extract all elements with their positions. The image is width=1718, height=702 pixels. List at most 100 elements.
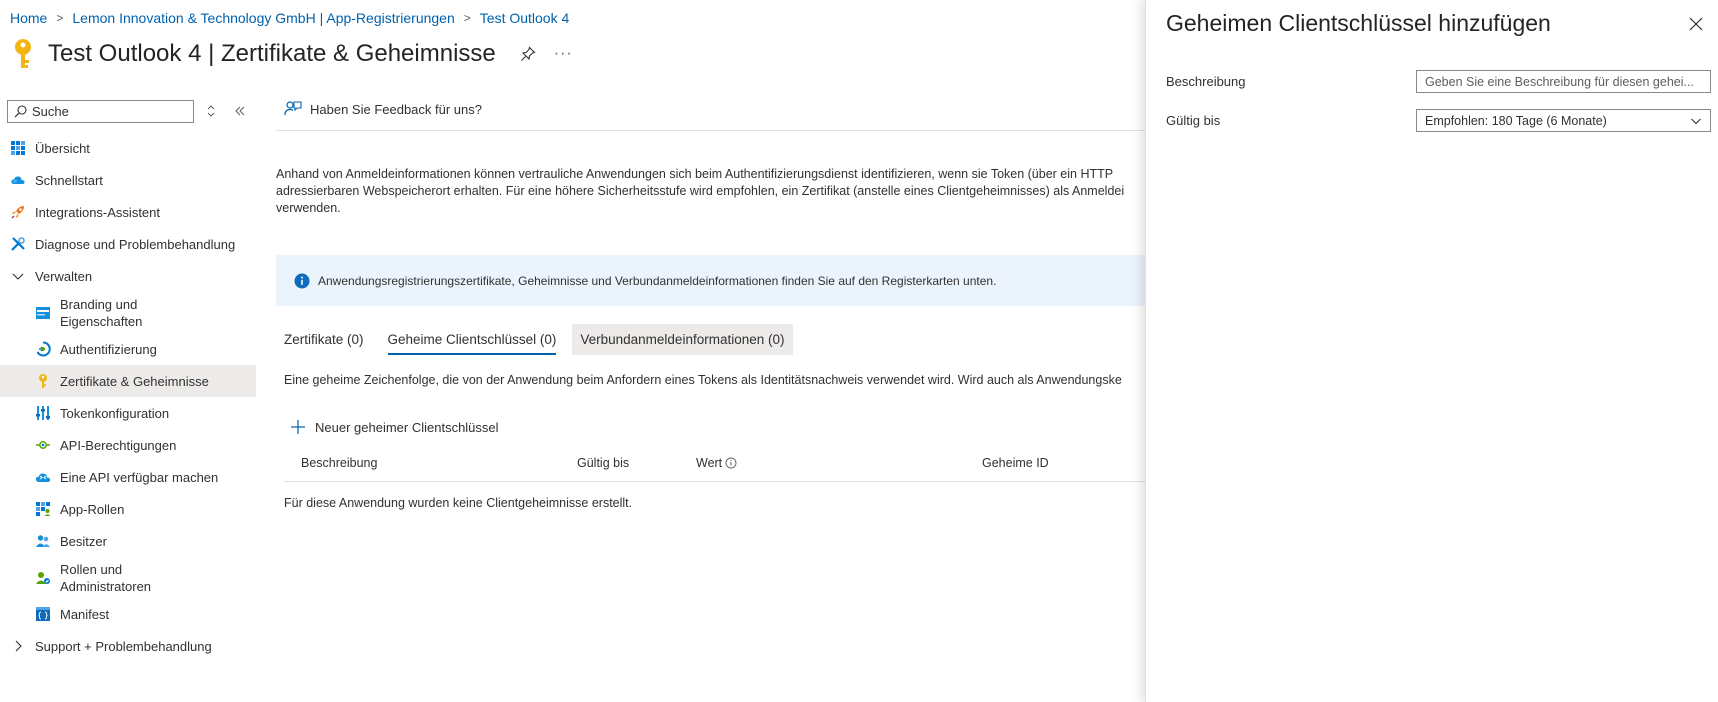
new-client-secret-button[interactable]: Neuer geheimer Clientschlüssel: [290, 419, 499, 435]
sidebar-group-verwalten[interactable]: Verwalten: [0, 260, 256, 292]
sidebar-group-support[interactable]: Support + Problembehandlung: [0, 630, 256, 662]
tab-certificates[interactable]: Zertifikate (0): [276, 324, 372, 355]
intro-line: adressierbaren Webspeicherort erhalten. …: [276, 184, 1125, 198]
add-icon: [291, 420, 305, 434]
pin-icon[interactable]: [520, 46, 536, 62]
sidebar-nav: Übersicht Schnellstart Integrations-Assi…: [0, 132, 256, 662]
manifest-icon: [36, 607, 50, 621]
expose-api-cloud-icon: [35, 473, 51, 482]
breadcrumb: Home > Lemon Innovation & Technology Gmb…: [10, 10, 569, 26]
panel-title: Geheimen Clientschlüssel hinzufügen: [1166, 10, 1551, 36]
overview-icon: [11, 141, 25, 155]
chevron-down-icon: [12, 273, 24, 280]
sidebar-item-label: Diagnose und Problembehandlung: [35, 236, 236, 252]
column-header-value: Wert: [696, 456, 737, 470]
column-header-secret-id: Geheime ID: [982, 456, 1049, 470]
info-icon: [294, 273, 310, 288]
sidebar-item-label: Übersicht: [35, 140, 90, 156]
client-secret-description: Eine geheime Zeichenfolge, die von der A…: [284, 373, 1122, 387]
sidebar-item-integration-assistant[interactable]: Integrations-Assistent: [0, 196, 256, 228]
sidebar-item-label: Verwalten: [35, 268, 93, 284]
sidebar-item-certificates-secrets[interactable]: Zertifikate & Geheimnisse: [0, 365, 256, 397]
sidebar-item-label: Branding und Eigenschaften: [60, 296, 143, 329]
description-field[interactable]: [1416, 70, 1711, 93]
sidebar-item-app-roles[interactable]: App-Rollen: [0, 493, 256, 525]
tab-client-secrets[interactable]: Geheime Clientschlüssel (0): [380, 324, 565, 355]
intro-line: verwenden.: [276, 201, 341, 215]
sidebar-item-expose-api[interactable]: Eine API verfügbar machen: [0, 461, 256, 493]
info-circle-icon[interactable]: [725, 457, 737, 469]
branding-icon: [36, 306, 50, 319]
sidebar-item-owners[interactable]: Besitzer: [0, 525, 256, 557]
sidebar-item-label: Rollen und Administratoren: [60, 561, 152, 594]
page-header: Test Outlook 4 | Zertifikate & Geheimnis…: [12, 36, 573, 72]
search-input[interactable]: [32, 104, 182, 119]
feedback-button[interactable]: Haben Sie Feedback für uns?: [284, 100, 482, 118]
chevron-right-icon: [15, 640, 22, 652]
quickstart-cloud-icon: [11, 176, 25, 184]
column-header-expires: Gültig bis: [577, 456, 630, 470]
breadcrumb-app[interactable]: Test Outlook 4: [480, 10, 570, 26]
sidebar-item-label: Zertifikate & Geheimnisse: [60, 373, 209, 389]
sidebar-item-authentication[interactable]: Authentifizierung: [0, 333, 256, 365]
sidebar-item-branding[interactable]: Branding und Eigenschaften: [0, 292, 256, 333]
intro-text: Anhand von Anmeldeinformationen können v…: [276, 166, 1146, 217]
intro-line: Anhand von Anmeldeinformationen können v…: [276, 167, 1114, 181]
key-icon: [39, 374, 47, 388]
collapse-sidebar-icon[interactable]: [232, 103, 248, 119]
sidebar-item-label: Schnellstart: [35, 172, 103, 188]
sidebar-item-quickstart[interactable]: Schnellstart: [0, 164, 256, 196]
token-config-icon: [36, 406, 50, 420]
sidebar-item-label: Tokenkonfiguration: [60, 405, 170, 421]
sidebar-item-label: Authentifizierung: [60, 341, 157, 357]
sidebar-item-label: Besitzer: [60, 533, 107, 549]
sidebar-item-diagnose[interactable]: Diagnose und Problembehandlung: [0, 228, 256, 260]
tab-federated-credentials[interactable]: Verbundanmeldeinformationen (0): [572, 324, 793, 355]
breadcrumb-separator-icon: >: [463, 11, 471, 25]
sidebar-item-label: Eine API verfügbar machen: [60, 469, 219, 485]
add-client-secret-panel: Geheimen Clientschlüssel hinzufügen Besc…: [1145, 0, 1718, 702]
key-icon: [15, 39, 31, 68]
sidebar-item-label: App-Rollen: [60, 501, 125, 517]
feedback-icon: [284, 101, 302, 116]
expires-dropdown[interactable]: Empfohlen: 180 Tage (6 Monate): [1416, 109, 1711, 132]
sidebar-item-api-permissions[interactable]: API-Berechtigungen: [0, 429, 256, 461]
info-banner-text: Anwendungsregistrierungszertifikate, Geh…: [318, 273, 997, 288]
app-roles-icon: [36, 502, 51, 516]
expires-selected-value: Empfohlen: 180 Tage (6 Monate): [1425, 113, 1607, 128]
sidebar-item-manifest[interactable]: Manifest: [0, 598, 256, 630]
description-label: Beschreibung: [1166, 74, 1246, 89]
info-banner: Anwendungsregistrierungszertifikate, Geh…: [276, 255, 1146, 306]
sidebar-item-label: Manifest: [60, 606, 110, 622]
expand-collapse-icon[interactable]: [203, 103, 219, 119]
breadcrumb-home[interactable]: Home: [10, 10, 47, 26]
rocket-icon: [11, 206, 24, 219]
close-icon[interactable]: [1688, 16, 1704, 32]
chevron-down-icon: [1691, 118, 1701, 124]
breadcrumb-separator-icon: >: [56, 11, 64, 25]
sidebar-item-token-configuration[interactable]: Tokenkonfiguration: [0, 397, 256, 429]
secrets-table-header: Beschreibung Gültig bis Wert Geheime ID: [284, 450, 1146, 482]
more-options-icon[interactable]: ···: [554, 45, 573, 63]
owners-icon: [36, 535, 50, 547]
sidebar-item-roles-admins[interactable]: Rollen und Administratoren: [0, 557, 256, 598]
feedback-label: Haben Sie Feedback für uns?: [310, 101, 482, 117]
page-title: Test Outlook 4 | Zertifikate & Geheimnis…: [48, 40, 496, 67]
sidebar-item-label: Integrations-Assistent: [35, 204, 161, 220]
search-icon: [14, 105, 27, 118]
breadcrumb-app-registrations[interactable]: Lemon Innovation & Technology GmbH | App…: [72, 10, 454, 26]
empty-state-message: Für diese Anwendung wurden keine Clientg…: [284, 496, 633, 510]
authentication-icon: [36, 341, 51, 357]
wrench-icon: [11, 237, 25, 251]
tab-list: Zertifikate (0) Geheime Clientschlüssel …: [276, 324, 801, 355]
sidebar-item-label: Support + Problembehandlung: [35, 638, 212, 654]
api-permissions-icon: [36, 441, 50, 449]
sidebar-item-overview[interactable]: Übersicht: [0, 132, 256, 164]
column-header-description: Beschreibung: [301, 456, 378, 470]
sidebar-search[interactable]: [7, 100, 194, 123]
toolbar-divider: [276, 130, 1146, 131]
column-header-value-label: Wert: [696, 456, 723, 470]
roles-admins-icon: [36, 571, 50, 584]
sidebar-item-label: API-Berechtigungen: [60, 437, 177, 453]
expires-label: Gültig bis: [1166, 113, 1221, 128]
